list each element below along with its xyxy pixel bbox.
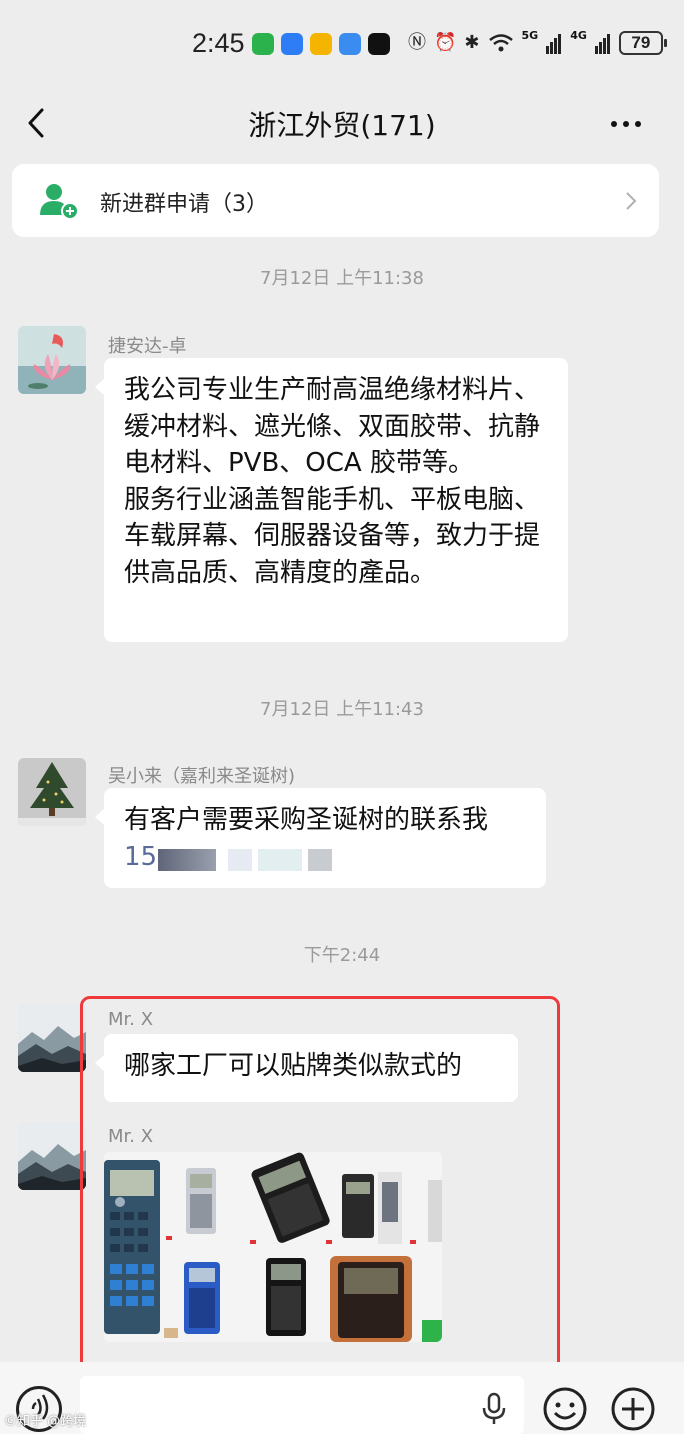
battery-indicator: 79 [618, 31, 667, 55]
redacted-phone-block [258, 848, 302, 871]
calculator-products-image[interactable] [104, 1152, 442, 1342]
message-bubble[interactable]: 有客户需要采购圣诞树的联系我 15 [95, 788, 546, 888]
tiktok-app-icon [368, 33, 390, 55]
chat-title: 浙江外贸(171) [248, 109, 436, 142]
mountain-avatar[interactable] [18, 1122, 86, 1190]
chat-header: 浙江外贸(171) [0, 88, 684, 160]
browser-app-icon [281, 33, 303, 55]
alarm-icon: ⏰ [434, 32, 457, 53]
redacted-phone-block [228, 848, 252, 871]
join-request-banner[interactable]: 新进群申请（3） [12, 164, 659, 237]
chevron-right-icon [626, 192, 637, 210]
message-paragraph: 我公司专业生产耐高温绝缘材料片、缓冲材料、遮光條、双面胶带、抗静电材料、PVB、… [124, 375, 541, 478]
message-timestamp: 7月12日 上午11:43 [260, 699, 424, 720]
message-bubble[interactable]: 我公司专业生产耐高温绝缘材料片、缓冲材料、遮光條、双面胶带、抗静电材料、PVB、… [95, 358, 568, 642]
phone-number: 15 [124, 839, 526, 875]
message-timestamp: 下午2:44 [303, 945, 381, 966]
message-text: 哪家工厂可以贴牌类似款式的 [124, 1051, 463, 1081]
bluetooth-icon: ✱ [464, 32, 480, 53]
more-dots-icon[interactable] [606, 110, 646, 138]
status-app-icons [252, 33, 390, 55]
signal-4g-bars-icon [594, 34, 610, 54]
signal-5g-bars-icon [546, 34, 562, 54]
add-user-icon [40, 184, 79, 220]
plus-circle-icon[interactable] [610, 1386, 656, 1432]
redacted-phone-block [158, 848, 216, 871]
status-system-icons: Ⓝ ⏰ ✱ 5G 4G 79 [408, 29, 667, 56]
cloud-app-icon [339, 33, 361, 55]
sender-name: Mr. X [108, 1126, 154, 1147]
wifi-icon [488, 34, 513, 52]
wechat-app-icon [252, 33, 274, 55]
mountain-avatar[interactable] [18, 1004, 86, 1072]
message-bubble[interactable]: 哪家工厂可以贴牌类似款式的 [95, 1034, 518, 1102]
signal-5g-label: 5G [521, 29, 539, 42]
sender-name: 捷安达-卓 [108, 336, 187, 357]
phone-prefix: 15 [124, 841, 158, 872]
message-timestamp: 7月12日 上午11:38 [260, 268, 424, 289]
status-time: 2:45 [192, 28, 245, 58]
chat-input-bar [0, 1362, 684, 1434]
redacted-phone-block [308, 848, 332, 871]
signal-4g-label: 4G [570, 29, 587, 42]
message-input[interactable] [80, 1376, 524, 1434]
emoji-icon[interactable] [542, 1386, 588, 1432]
nfc-icon: Ⓝ [408, 32, 426, 53]
sender-name: Mr. X [108, 1009, 154, 1030]
message-text: 有客户需要采购圣诞树的联系我 [124, 805, 489, 835]
lotus-koi-avatar[interactable] [18, 326, 86, 394]
status-bar: 2:45 Ⓝ ⏰ ✱ 5G 4G 79 [0, 0, 684, 88]
microphone-icon[interactable] [480, 1392, 508, 1426]
christmas-tree-avatar[interactable] [18, 758, 86, 826]
join-request-label: 新进群申请（3） [100, 192, 268, 217]
mail-app-icon [310, 33, 332, 55]
watermark: ©知乎 @跨境 [4, 1414, 87, 1429]
sender-name: 吴小来（嘉利来圣诞树) [108, 766, 296, 787]
message-paragraph: 服务行业涵盖智能手机、平板电脑、车载屏幕、伺服器设备等，致力于提供高品质、高精度… [124, 484, 541, 588]
